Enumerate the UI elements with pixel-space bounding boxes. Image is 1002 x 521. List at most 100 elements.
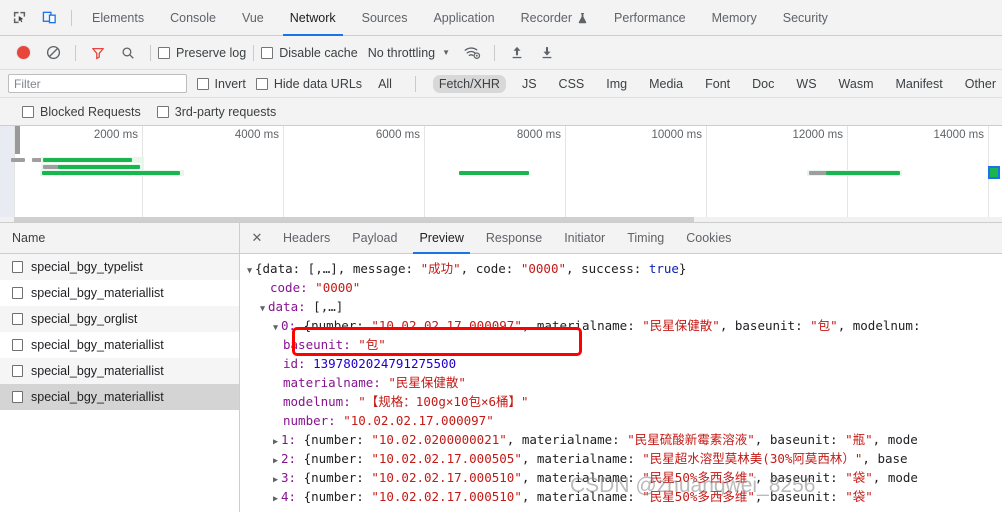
third-party-requests-checkbox[interactable]: 3rd-party requests <box>156 105 276 119</box>
json-item-0-line[interactable]: ▼ 0: {number: "10.02.02.17.000097", mater… <box>244 316 1002 335</box>
device-toolbar-icon[interactable] <box>35 5 63 31</box>
json-value: "包" <box>358 337 386 352</box>
json-mid2: , baseunit: <box>754 470 846 485</box>
export-har-icon[interactable] <box>533 40 561 66</box>
tab-sources[interactable]: Sources <box>349 0 421 36</box>
checkbox-box <box>196 77 209 90</box>
tab-label: Network <box>289 10 336 25</box>
close-icon[interactable]: ✕ <box>246 227 268 249</box>
expand-triangle-icon[interactable]: ▼ <box>244 262 255 281</box>
json-item-2-line[interactable]: ▶ 2: {number: "10.02.02.17.000505", mater… <box>244 449 1002 468</box>
json-data-line[interactable]: ▼ data: [,…] <box>244 297 1002 316</box>
json-field-id[interactable]: id: 1397802024791275500 <box>244 354 1002 373</box>
collapse-triangle-icon[interactable]: ▼ <box>270 319 281 338</box>
search-button[interactable] <box>114 40 142 66</box>
tab-timing[interactable]: Timing <box>616 223 675 254</box>
tab-recorder[interactable]: Recorder <box>508 0 601 36</box>
clear-button[interactable] <box>39 40 67 66</box>
json-field-materialname[interactable]: materialname: "民星保健散" <box>244 373 1002 392</box>
type-filter-manifest[interactable]: Manifest <box>889 75 948 93</box>
type-filter-doc[interactable]: Doc <box>746 75 780 93</box>
json-open: {number: <box>303 318 372 333</box>
tab-label: Console <box>170 10 216 25</box>
request-row[interactable]: special_bgy_materiallist <box>0 280 239 306</box>
type-filter-js[interactable]: JS <box>516 75 543 93</box>
json-baseunit: "袋" <box>845 470 873 485</box>
json-index: 0: <box>281 318 297 333</box>
tab-response[interactable]: Response <box>475 223 553 254</box>
json-baseunit: "包" <box>810 318 838 333</box>
tab-label: Response <box>485 231 543 245</box>
import-har-icon[interactable] <box>503 40 531 66</box>
expand-triangle-icon[interactable]: ▼ <box>257 300 268 319</box>
type-filter-other[interactable]: Other <box>959 75 1002 93</box>
tab-label: Cookies <box>686 231 732 245</box>
tab-vue[interactable]: Vue <box>229 0 277 36</box>
type-filter-media[interactable]: Media <box>643 75 689 93</box>
type-filter-font[interactable]: Font <box>699 75 736 93</box>
type-filter-all[interactable]: All <box>372 75 398 93</box>
tab-application[interactable]: Application <box>420 0 507 36</box>
tab-payload[interactable]: Payload <box>341 223 408 254</box>
tab-network[interactable]: Network <box>277 0 349 36</box>
overview-scrollbar[interactable] <box>0 217 1002 222</box>
overview-selected-request[interactable] <box>988 166 1000 179</box>
inspect-element-icon[interactable] <box>5 5 33 31</box>
json-preview[interactable]: ▼ {data: [,…], message: "成功", code: "0000… <box>240 254 1002 512</box>
invert-label: Invert <box>214 76 246 91</box>
json-field-baseunit[interactable]: baseunit: "包" <box>244 335 1002 354</box>
type-filter-fetch-xhr[interactable]: Fetch/XHR <box>432 74 506 93</box>
type-filter-ws[interactable]: WS <box>790 75 822 93</box>
json-index: 2: <box>281 451 297 466</box>
json-item-3-line[interactable]: ▶ 3: {number: "10.02.02.17.000510", mater… <box>244 468 1002 487</box>
overview-request-bar <box>459 171 529 175</box>
preserve-log-checkbox[interactable]: Preserve log <box>158 46 246 60</box>
json-root-line[interactable]: ▼ {data: [,…], message: "成功", code: "0000… <box>244 259 1002 278</box>
filter-input[interactable] <box>8 74 187 93</box>
tab-performance[interactable]: Performance <box>601 0 699 36</box>
overview-request-bar <box>42 171 180 175</box>
type-filter-wasm[interactable]: Wasm <box>833 75 880 93</box>
throttling-dropdown[interactable]: No throttling ▼ <box>368 46 450 60</box>
request-row[interactable]: special_bgy_orglist <box>0 306 239 332</box>
hide-data-urls-checkbox[interactable]: Hide data URLs <box>255 77 362 91</box>
type-filter-img[interactable]: Img <box>600 75 633 93</box>
request-list-header[interactable]: Name <box>0 223 239 254</box>
tab-headers[interactable]: Headers <box>272 223 341 254</box>
json-root-message: "成功" <box>420 261 461 276</box>
overview-tick: 10000 ms <box>651 129 702 141</box>
overview-left-gutter <box>0 126 14 222</box>
json-root-suffix: , success: <box>566 261 649 276</box>
json-item-1-line[interactable]: ▶ 1: {number: "10.02.0200000021", materia… <box>244 430 1002 449</box>
json-field-modelnum[interactable]: modelnum: "【规格：100g×10包×6桶】" <box>244 392 1002 411</box>
record-button[interactable] <box>9 40 37 66</box>
tab-elements[interactable]: Elements <box>79 0 157 36</box>
json-item-4-line[interactable]: ▶ 4: {number: "10.02.02.17.000510", mater… <box>244 487 1002 506</box>
tab-memory[interactable]: Memory <box>699 0 770 36</box>
tab-cookies[interactable]: Cookies <box>675 223 742 254</box>
json-index: 1: <box>281 432 297 447</box>
json-code-line[interactable]: code: "0000" <box>244 278 1002 297</box>
tab-label: Timing <box>627 231 665 245</box>
request-row-selected[interactable]: special_bgy_materiallist <box>0 384 239 410</box>
tab-initiator[interactable]: Initiator <box>553 223 616 254</box>
request-row[interactable]: special_bgy_typelist <box>0 254 239 280</box>
blocked-requests-checkbox[interactable]: Blocked Requests <box>22 105 141 119</box>
invert-checkbox[interactable]: Invert <box>196 76 246 91</box>
disable-cache-checkbox[interactable]: Disable cache <box>261 46 358 60</box>
tab-preview[interactable]: Preview <box>408 223 474 254</box>
network-conditions-icon[interactable] <box>458 40 486 66</box>
type-filter-css[interactable]: CSS <box>553 75 591 93</box>
request-row[interactable]: special_bgy_materiallist <box>0 358 239 384</box>
expand-triangle-icon[interactable]: ▶ <box>270 490 281 509</box>
overview-scrollbar-thumb[interactable] <box>14 217 694 222</box>
tab-security[interactable]: Security <box>770 0 841 36</box>
network-toolbar: Preserve log Disable cache No throttling… <box>0 36 1002 70</box>
json-materialname: "民星50%多西多维" <box>642 470 755 485</box>
tab-console[interactable]: Console <box>157 0 229 36</box>
json-field-number[interactable]: number: "10.02.02.17.000097" <box>244 411 1002 430</box>
disable-cache-label: Disable cache <box>279 45 358 60</box>
network-overview-timeline[interactable]: 2000 ms 4000 ms 6000 ms 8000 ms 10000 ms… <box>0 126 1002 223</box>
request-row[interactable]: special_bgy_materiallist <box>0 332 239 358</box>
filter-button[interactable] <box>84 40 112 66</box>
